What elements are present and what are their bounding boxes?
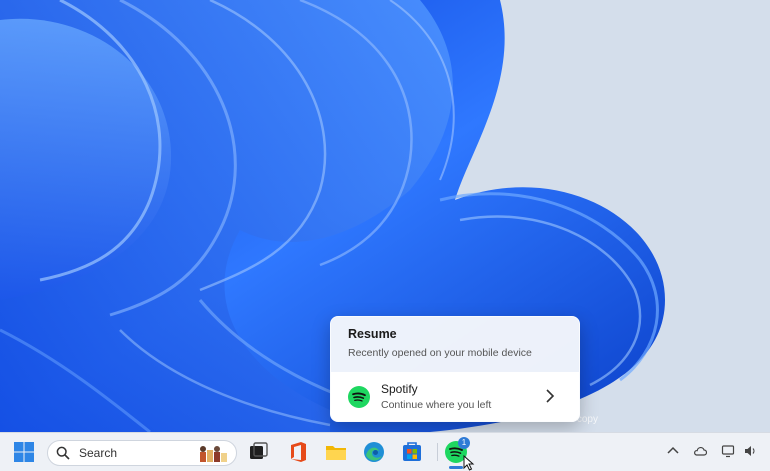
microsoft-store-icon[interactable] [400,440,424,464]
volume-icon[interactable] [743,444,757,458]
notification-badge: 1 [458,437,470,449]
mouse-cursor-icon [463,455,475,471]
start-icon[interactable] [12,440,36,464]
chevron-right-icon[interactable] [545,389,555,403]
resume-header: Resume Recently opened on your mobile de… [331,317,579,371]
resume-title: Resume [348,327,397,341]
office-icon[interactable] [286,440,310,464]
resume-app-name: Spotify [381,382,418,396]
edge-icon[interactable] [362,440,386,464]
active-app-indicator [449,466,463,469]
resume-spotify-item[interactable]: Spotify Continue where you left [331,372,579,421]
resume-subtitle: Recently opened on your mobile device [348,347,532,359]
taskbar-search[interactable]: Search [47,440,237,466]
resume-app-detail: Continue where you left [381,399,492,411]
search-icon [56,446,70,460]
display-icon[interactable] [721,444,735,458]
spotify-icon [348,385,370,408]
resume-item-text: Spotify Continue where you left [381,382,491,411]
task-view-icon[interactable] [246,440,270,464]
search-input[interactable]: Search [79,446,117,460]
chevron-up-icon[interactable] [666,444,680,458]
file-explorer-icon[interactable] [324,440,348,464]
resume-flyout: Resume Recently opened on your mobile de… [330,316,580,422]
cloud-icon[interactable] [693,444,707,458]
taskbar-divider [437,443,438,461]
search-highlight-icon [200,446,227,462]
taskbar: Search 1 [0,432,770,471]
